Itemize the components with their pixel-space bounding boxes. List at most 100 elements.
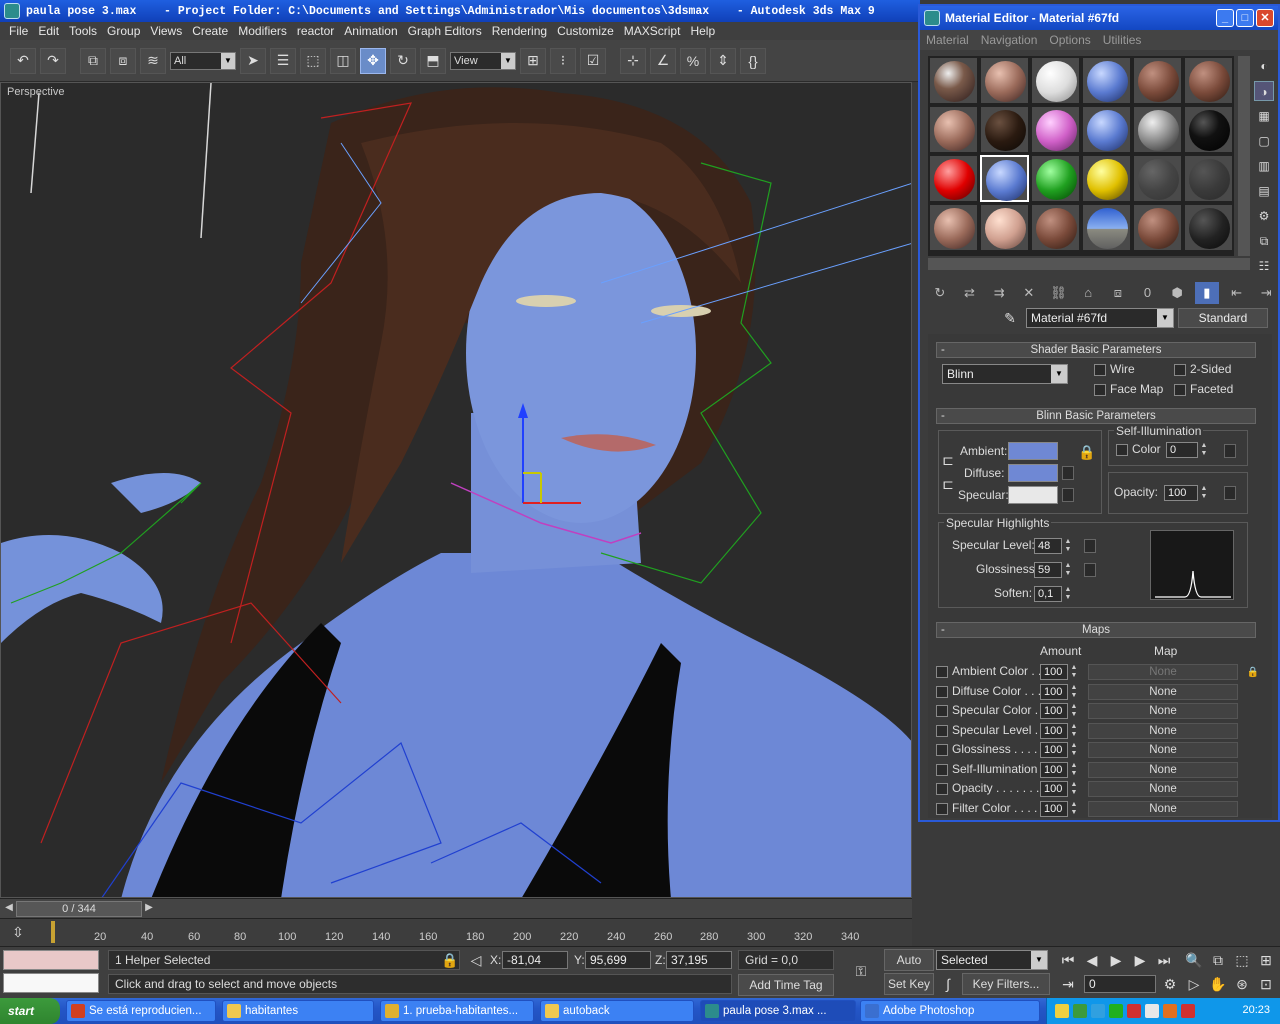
lock-diffuse-specular-icon[interactable]: ⊏	[940, 474, 956, 494]
map-slot-button[interactable]: None	[1088, 723, 1238, 739]
arc-rotate-icon[interactable]: ⊛	[1232, 974, 1252, 994]
sample-slot[interactable]	[929, 155, 978, 202]
make-preview-icon[interactable]: ▤	[1254, 181, 1274, 201]
next-frame-icon[interactable]: ▶	[142, 902, 156, 916]
specular-level-map-button[interactable]	[1084, 539, 1096, 553]
get-material-icon[interactable]: ↻	[928, 282, 952, 304]
slots-horizontal-scrollbar[interactable]	[928, 258, 1250, 270]
select-and-rotate-icon[interactable]: ↻	[390, 47, 416, 74]
sample-slot[interactable]	[1184, 57, 1233, 104]
zoom-extents-icon[interactable]: ⬚	[1232, 950, 1252, 970]
x-coordinate-field[interactable]: -81,04	[502, 951, 568, 969]
start-button[interactable]: start	[0, 998, 60, 1024]
specular-level-spinner[interactable]: 48 ▲ ▼	[1034, 538, 1071, 554]
maximize-icon[interactable]: □	[1236, 9, 1254, 27]
zoom-icon[interactable]: 🔍	[1184, 950, 1204, 970]
sample-slot[interactable]	[929, 204, 978, 251]
specular-map-button[interactable]	[1062, 488, 1074, 502]
spinner-arrows-icon[interactable]: ▲ ▼	[1063, 586, 1073, 602]
sample-slot[interactable]	[929, 57, 978, 104]
select-and-scale-icon[interactable]: ⬒	[420, 47, 446, 74]
slots-vertical-scrollbar[interactable]	[1238, 56, 1250, 256]
show-end-result-icon[interactable]: ▮	[1195, 282, 1219, 304]
spinner-arrows-icon[interactable]: ▲ ▼	[1069, 703, 1079, 719]
material-name-field[interactable]: Material #67fd ▼	[1026, 308, 1174, 328]
key-icon[interactable]: ⚿	[848, 961, 874, 981]
self-illum-map-button[interactable]	[1224, 444, 1236, 458]
maps-rollout[interactable]: - Maps	[936, 622, 1256, 638]
menu-help[interactable]: Help	[685, 24, 720, 38]
messenger-icon[interactable]	[1091, 1004, 1105, 1018]
blinn-basic-parameters-rollout[interactable]: - Blinn Basic Parameters	[936, 408, 1256, 424]
spinner-arrows-icon[interactable]: ▲ ▼	[1063, 562, 1073, 578]
map-amount-spinner[interactable]: 100 ▲ ▼	[1040, 742, 1077, 758]
go-to-parent-icon[interactable]: ⇤	[1225, 282, 1249, 304]
menu-rendering[interactable]: Rendering	[487, 24, 552, 38]
close-icon[interactable]: ✕	[1256, 9, 1274, 27]
menu-edit[interactable]: Edit	[33, 24, 64, 38]
sample-slot[interactable]	[1133, 57, 1182, 104]
previous-frame-icon[interactable]: ◀	[2, 902, 16, 916]
sample-slot[interactable]	[929, 106, 978, 153]
antivirus-icon[interactable]	[1127, 1004, 1141, 1018]
spinner-arrows-icon[interactable]: ▲ ▼	[1069, 664, 1079, 680]
sample-slot[interactable]	[1031, 106, 1080, 153]
taskbar-item-photoshop[interactable]: Adobe Photoshop	[860, 1000, 1040, 1022]
play-icon[interactable]: ▶	[1106, 950, 1126, 970]
rectangular-selection-icon[interactable]: ⬚	[300, 47, 326, 74]
selection-filter-dropdown[interactable]: All ▼	[170, 51, 236, 70]
map-amount-spinner[interactable]: 100 ▲ ▼	[1040, 781, 1077, 797]
keyboard-shortcut-override-icon[interactable]: ☑	[580, 47, 606, 74]
map-amount-spinner[interactable]: 100 ▲ ▼	[1040, 762, 1077, 778]
y-coordinate-field[interactable]: 95,699	[585, 951, 651, 969]
app-tray-icon[interactable]	[1181, 1004, 1195, 1018]
map-enable-checkbox[interactable]	[936, 666, 948, 678]
sample-slot[interactable]	[1082, 204, 1131, 251]
material-type-button[interactable]: Standard	[1178, 308, 1268, 328]
reset-map-icon[interactable]: ✕	[1017, 282, 1041, 304]
quicktime-icon[interactable]	[1109, 1004, 1123, 1018]
spinner-arrows-icon[interactable]: ▲ ▼	[1063, 538, 1073, 554]
shader-type-dropdown[interactable]: Blinn ▼	[942, 364, 1068, 384]
spinner-snap-icon[interactable]: ⇕	[710, 47, 736, 74]
sample-slot[interactable]	[1031, 204, 1080, 251]
sample-slot[interactable]	[1031, 155, 1080, 202]
spinner-arrows-icon[interactable]: ▲ ▼	[1069, 684, 1079, 700]
menu-graph-editors[interactable]: Graph Editors	[403, 24, 487, 38]
sample-slot[interactable]	[1184, 204, 1233, 251]
key-mode-dropdown[interactable]: Selected ▼	[936, 950, 1048, 970]
taskbar-item-prueba[interactable]: 1. prueba-habitantes...	[380, 1000, 534, 1022]
network-icon[interactable]	[1073, 1004, 1087, 1018]
menu-utilities[interactable]: Utilities	[1103, 33, 1154, 47]
map-enable-checkbox[interactable]	[936, 744, 948, 756]
menu-options[interactable]: Options	[1049, 33, 1102, 47]
map-amount-spinner[interactable]: 100 ▲ ▼	[1040, 703, 1077, 719]
window-crossing-icon[interactable]: ◫	[330, 47, 356, 74]
sample-type-icon[interactable]: ◐	[1254, 56, 1274, 76]
material-effects-channel-icon[interactable]: ⧈	[1106, 282, 1130, 304]
perspective-viewport[interactable]: Perspective	[0, 82, 912, 898]
field-of-view-icon[interactable]: ▷	[1184, 974, 1204, 994]
undo-icon[interactable]: ↶	[10, 47, 36, 74]
specular-color-swatch[interactable]	[1008, 486, 1058, 504]
material-editor-title-bar[interactable]: Material Editor - Material #67fd _ □ ✕	[920, 6, 1278, 30]
menu-maxscript[interactable]: MAXScript	[619, 24, 686, 38]
sample-slot[interactable]	[1031, 57, 1080, 104]
open-mini-curve-editor-icon[interactable]: ⇳	[8, 922, 28, 942]
reference-coordinate-dropdown[interactable]: View ▼	[450, 51, 516, 70]
options-icon[interactable]: ⚙	[1254, 206, 1274, 226]
current-frame-field[interactable]: 0	[1084, 975, 1156, 993]
sample-slot[interactable]	[1082, 106, 1131, 153]
viewport-label[interactable]: Perspective	[7, 86, 64, 98]
pick-material-from-object-icon[interactable]: ✎	[1000, 308, 1020, 328]
sample-uv-tiling-icon[interactable]: ▢	[1254, 131, 1274, 151]
taskbar-item-3dsmax[interactable]: paula pose 3.max ...	[700, 1000, 856, 1022]
sample-slot[interactable]	[980, 57, 1029, 104]
background-checker-icon[interactable]: ▦	[1254, 106, 1274, 126]
diffuse-color-swatch[interactable]	[1008, 464, 1058, 482]
security-shield-icon[interactable]	[1055, 1004, 1069, 1018]
maxscript-listener-output[interactable]	[3, 973, 99, 993]
map-enable-checkbox[interactable]	[936, 686, 948, 698]
diffuse-map-button[interactable]	[1062, 466, 1074, 480]
select-object-icon[interactable]: ➤	[240, 47, 266, 74]
